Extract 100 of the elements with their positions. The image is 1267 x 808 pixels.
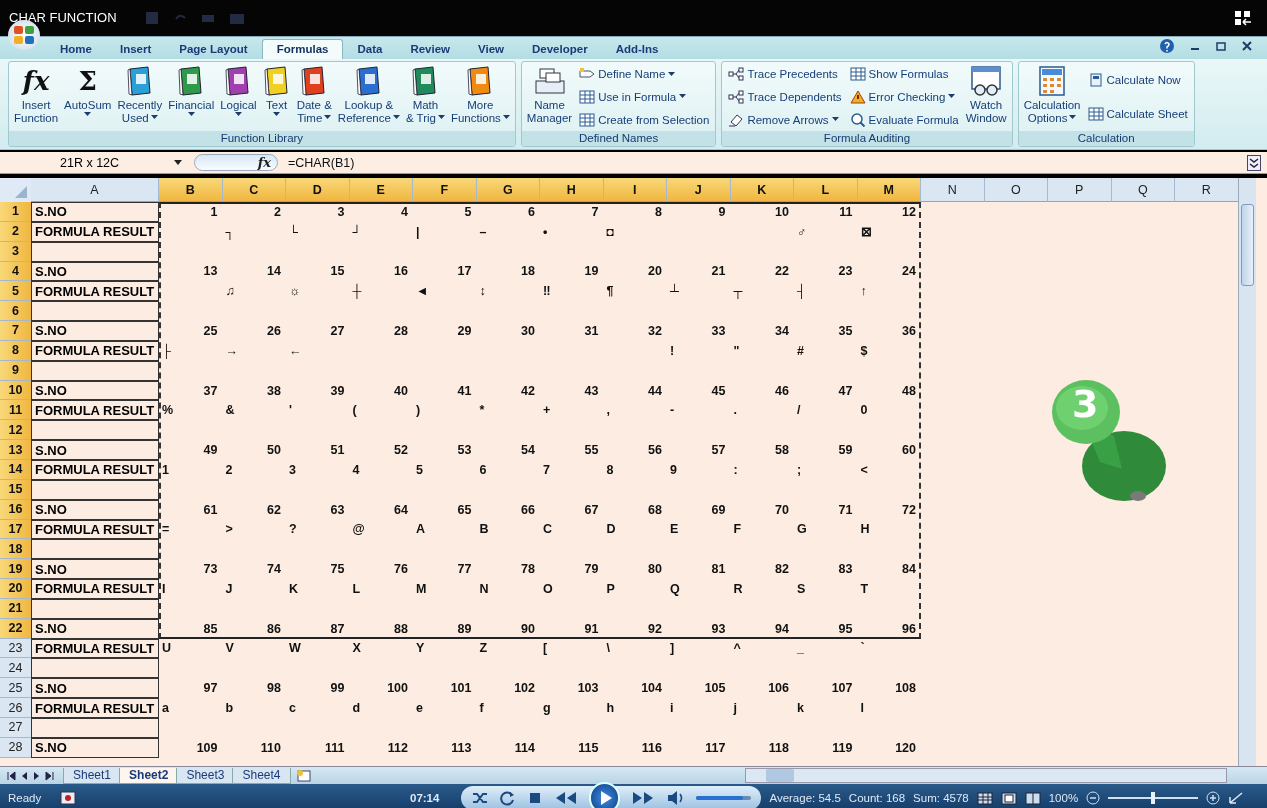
row-header[interactable]: 27 [0,717,31,738]
column-header[interactable]: O [984,178,1048,202]
row-header[interactable]: 23 [0,638,31,659]
row-header[interactable]: 25 [0,678,31,699]
ribbon-button[interactable]: Create from Selection [577,112,712,127]
column-header[interactable]: K [730,178,794,202]
vertical-scrollbar[interactable] [1238,178,1256,766]
ribbon-tab[interactable]: Formulas [261,39,344,59]
row-header[interactable]: 5 [0,281,31,302]
window-icon[interactable] [1233,9,1253,27]
volume-slider[interactable] [696,796,752,800]
column-header[interactable]: M [857,178,921,202]
row-header[interactable]: 12 [0,420,31,441]
resize-grip-icon[interactable] [1228,791,1245,805]
macro-record-icon[interactable] [60,791,76,805]
zoom-slider[interactable] [1108,792,1199,804]
column-header[interactable]: C [222,178,286,202]
ribbon-button[interactable]: Calculate Now [1085,73,1190,87]
ribbon-button[interactable]: Show Formulas [847,67,961,82]
row-header[interactable]: 4 [0,261,31,282]
row-header[interactable]: 9 [0,360,31,381]
office-button[interactable] [8,20,40,50]
ribbon-button[interactable]: Logical [217,63,260,131]
formula-field[interactable]: =CHAR(B1) [278,153,1247,172]
row-header[interactable]: 17 [0,519,31,540]
row-header[interactable]: 28 [0,737,31,758]
row-header[interactable]: 6 [0,301,31,322]
row-header[interactable]: 24 [0,658,31,679]
row-header[interactable]: 26 [0,698,31,718]
normal-view-icon[interactable] [976,791,993,805]
ribbon-tab[interactable]: Data [343,39,397,59]
ribbon-tab[interactable]: Add-Ins [601,39,673,59]
ribbon-button[interactable]: Text [259,63,294,131]
row-header[interactable]: 3 [0,241,31,262]
row-header[interactable]: 19 [0,559,31,580]
column-header[interactable]: D [286,178,350,202]
close-icon[interactable] [1241,40,1253,52]
zoom-out-icon[interactable] [1086,791,1101,805]
ribbon-tab[interactable]: Home [46,39,106,59]
ribbon-button[interactable]: Trace Precedents [726,67,844,82]
horizontal-scrollbar[interactable] [745,768,1227,783]
row-header[interactable]: 8 [0,340,31,361]
ribbon-tab[interactable]: Insert [105,39,166,59]
row-header[interactable]: 2 [0,221,31,242]
column-header[interactable]: P [1048,178,1112,202]
ribbon-button[interactable]: Trace Dependents [726,90,844,104]
ribbon-tab[interactable]: Developer [518,39,602,59]
ribbon-button[interactable]: Use in Formula [577,90,712,104]
page-layout-icon[interactable] [1000,791,1017,805]
row-header[interactable]: 16 [0,499,31,520]
column-header[interactable]: I [603,178,667,202]
ribbon-button[interactable]: Evaluate Formula [847,112,961,127]
expand-icon[interactable] [1247,154,1261,171]
ribbon-button[interactable]: Financial [165,63,218,131]
row-header[interactable]: 1 [0,202,31,222]
restore-icon[interactable] [1215,40,1227,52]
row-header[interactable]: 15 [0,479,31,500]
ribbon-tab[interactable]: Page Layout [165,39,262,59]
first-sheet-icon[interactable] [6,770,16,781]
page-break-icon[interactable] [1024,791,1041,805]
ribbon-button[interactable]: Calculate Sheet [1085,107,1190,121]
ribbon-button[interactable]: Recently Used [114,63,166,131]
column-header[interactable]: F [413,178,477,202]
sheet-tab[interactable]: Sheet3 [176,767,235,784]
column-header[interactable]: H [540,178,604,202]
new-sheet-icon[interactable] [294,768,313,783]
column-header[interactable]: N [921,178,985,202]
column-header[interactable]: E [349,178,413,202]
ribbon-tab[interactable]: View [464,39,518,59]
row-header[interactable]: 14 [0,459,31,480]
name-box[interactable]: 21R x 12C [0,153,188,172]
insert-function-button[interactable]: fx [194,154,278,171]
zoom-in-icon[interactable] [1206,791,1221,805]
stop-icon[interactable] [527,790,543,806]
last-sheet-icon[interactable] [45,770,55,781]
sheet-tab[interactable]: Sheet1 [63,767,122,784]
column-header[interactable]: G [476,178,540,202]
row-header[interactable]: 20 [0,579,31,599]
row-header[interactable]: 11 [0,400,31,421]
ribbon-button[interactable]: Remove Arrows [726,112,844,127]
ribbon-button[interactable]: Calculation Options [1020,63,1084,131]
column-header[interactable]: L [794,178,858,202]
row-header[interactable]: 22 [0,618,31,639]
sheet-tab[interactable]: Sheet4 [232,767,291,784]
row-header[interactable]: 18 [0,539,31,560]
shuffle-icon[interactable] [471,790,490,806]
column-header[interactable]: A [31,178,159,202]
ribbon-button[interactable]: Date & Time [293,63,335,131]
column-header[interactable]: Q [1111,178,1175,202]
ribbon-button[interactable]: Σ AutoSum [61,63,115,131]
ribbon-button[interactable]: Error Checking [847,90,961,104]
ribbon-button[interactable]: Name Manager [523,63,576,131]
help-icon[interactable] [1159,38,1175,54]
zoom-level[interactable]: 100% [1048,792,1079,804]
play-button[interactable] [588,782,621,808]
ribbon-tab[interactable]: Review [396,39,464,59]
ribbon-button[interactable]: Watch Window [962,63,1010,131]
column-header[interactable]: J [667,178,731,202]
column-header[interactable]: B [159,178,223,202]
ribbon-button[interactable]: fx Insert Function [11,63,62,131]
